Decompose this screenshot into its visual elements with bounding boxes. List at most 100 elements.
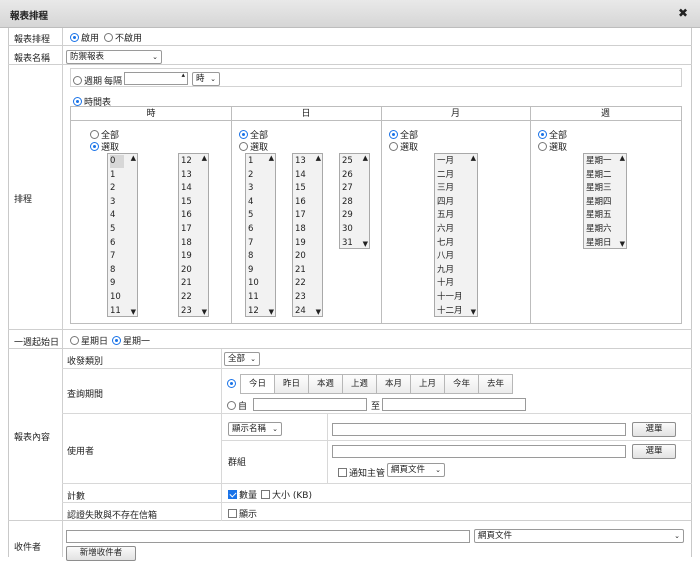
group-choose-button[interactable]: 選單 bbox=[632, 444, 676, 459]
period-custom-radio[interactable]: 自 bbox=[227, 399, 247, 412]
list-item[interactable]: 3 bbox=[248, 182, 253, 195]
list-item[interactable]: 2 bbox=[110, 182, 115, 195]
list-item[interactable]: 12 bbox=[248, 305, 259, 318]
list-item[interactable]: 五月 bbox=[437, 209, 454, 222]
month-select-radio[interactable]: 選取 bbox=[389, 140, 418, 153]
hour-list-a[interactable]: 0 1 2 3 4 5 6 7 8 9 10 11 ▲ ▼ bbox=[107, 153, 138, 317]
list-item[interactable]: 13 bbox=[295, 155, 306, 168]
list-item[interactable]: 四月 bbox=[437, 196, 454, 209]
scroll-up-icon[interactable]: ▲ bbox=[269, 154, 274, 162]
list-item[interactable]: 星期二 bbox=[586, 169, 612, 182]
list-item[interactable]: 星期五 bbox=[586, 209, 612, 222]
scroll-up-icon[interactable]: ▲ bbox=[202, 154, 207, 162]
period-button[interactable]: 今年 bbox=[444, 374, 479, 394]
disable-radio[interactable]: 不啟用 bbox=[104, 31, 142, 44]
count-size-checkbox[interactable]: 大小 (KB) bbox=[261, 488, 312, 501]
to-date-input[interactable] bbox=[382, 398, 526, 411]
list-item[interactable]: 七月 bbox=[437, 237, 454, 250]
scroll-down-icon[interactable]: ▼ bbox=[202, 308, 207, 316]
period-button[interactable]: 上週 bbox=[342, 374, 377, 394]
cycle-radio[interactable]: 週期 bbox=[73, 74, 102, 87]
user-input[interactable] bbox=[332, 423, 626, 436]
list-item[interactable]: 0 bbox=[110, 155, 124, 168]
category-select[interactable]: 全部 ⌄ bbox=[224, 352, 260, 366]
list-item[interactable]: 16 bbox=[181, 209, 192, 222]
weekday-list[interactable]: 星期一 星期二 星期三 星期四 星期五 星期六 星期日 ▲ ▼ bbox=[583, 153, 627, 249]
scroll-down-icon[interactable]: ▼ bbox=[269, 308, 274, 316]
list-item[interactable]: 16 bbox=[295, 196, 306, 209]
hour-list-b[interactable]: 12 13 14 15 16 17 18 19 20 21 22 23 ▲ ▼ bbox=[178, 153, 209, 317]
list-item[interactable]: 5 bbox=[248, 209, 253, 222]
scroll-down-icon[interactable]: ▼ bbox=[316, 308, 321, 316]
period-button[interactable]: 昨日 bbox=[274, 374, 309, 394]
list-item[interactable]: 3 bbox=[110, 196, 115, 209]
list-item[interactable]: 15 bbox=[295, 182, 306, 195]
list-item[interactable]: 2 bbox=[248, 169, 253, 182]
period-button[interactable]: 上月 bbox=[410, 374, 445, 394]
list-item[interactable]: 星期三 bbox=[586, 182, 612, 195]
hour-select-radio[interactable]: 選取 bbox=[90, 140, 119, 153]
day-list-b[interactable]: 13 14 15 16 17 18 19 20 21 22 23 24 ▲ ▼ bbox=[292, 153, 323, 317]
list-item[interactable]: 十月 bbox=[437, 277, 454, 290]
week-start-monday-radio[interactable]: 星期一 bbox=[112, 334, 150, 347]
scrollbar[interactable]: ▲ ▼ bbox=[126, 154, 137, 316]
day-list-c[interactable]: 25 26 27 28 29 30 31 ▲ ▼ bbox=[339, 153, 370, 249]
scrollbar[interactable]: ▲ ▼ bbox=[466, 154, 477, 316]
scroll-up-icon[interactable]: ▲ bbox=[363, 154, 368, 162]
list-item[interactable]: 10 bbox=[248, 277, 259, 290]
count-quantity-checkbox[interactable]: 數量 bbox=[228, 488, 257, 501]
period-button[interactable]: 本月 bbox=[376, 374, 411, 394]
period-button[interactable]: 去年 bbox=[478, 374, 513, 394]
period-button[interactable]: 本週 bbox=[308, 374, 343, 394]
list-item[interactable]: 10 bbox=[110, 291, 121, 304]
scrollbar[interactable]: ▲ ▼ bbox=[615, 154, 626, 248]
scroll-up-icon[interactable]: ▲ bbox=[471, 154, 476, 162]
notify-manager-checkbox[interactable]: 通知主管 bbox=[338, 466, 385, 479]
list-item[interactable]: 三月 bbox=[437, 182, 454, 195]
from-date-input[interactable] bbox=[253, 398, 367, 411]
list-item[interactable]: 6 bbox=[110, 237, 115, 250]
list-item[interactable]: 31 bbox=[342, 237, 353, 250]
day-select-radio[interactable]: 選取 bbox=[239, 140, 268, 153]
scroll-down-icon[interactable]: ▼ bbox=[620, 240, 625, 248]
list-item[interactable]: 六月 bbox=[437, 223, 454, 236]
period-preset-radio[interactable] bbox=[227, 379, 238, 390]
cycle-unit-select[interactable]: 時 ⌄ bbox=[192, 72, 220, 86]
list-item[interactable]: 星期六 bbox=[586, 223, 612, 236]
add-recipient-button[interactable]: 新增收件者 bbox=[66, 546, 136, 561]
list-item[interactable]: 18 bbox=[295, 223, 306, 236]
scroll-up-icon[interactable]: ▲ bbox=[620, 154, 625, 162]
notify-format-select[interactable]: 網頁文件 ⌄ bbox=[387, 463, 445, 477]
list-item[interactable]: 十一月 bbox=[437, 291, 463, 304]
list-item[interactable]: 4 bbox=[110, 209, 115, 222]
scrollbar[interactable]: ▲ ▼ bbox=[358, 154, 369, 248]
list-item[interactable]: 21 bbox=[181, 277, 192, 290]
list-item[interactable]: 22 bbox=[295, 277, 306, 290]
list-item[interactable]: 22 bbox=[181, 291, 192, 304]
list-item[interactable]: 25 bbox=[342, 155, 353, 168]
recipients-input[interactable] bbox=[66, 530, 470, 543]
list-item[interactable]: 4 bbox=[248, 196, 253, 209]
list-item[interactable]: 30 bbox=[342, 223, 353, 236]
list-item[interactable]: 19 bbox=[295, 237, 306, 250]
list-item[interactable]: 一月 bbox=[437, 155, 454, 168]
list-item[interactable]: 二月 bbox=[437, 169, 454, 182]
list-item[interactable]: 20 bbox=[295, 250, 306, 263]
list-item[interactable]: 12 bbox=[181, 155, 192, 168]
scroll-down-icon[interactable]: ▼ bbox=[363, 240, 368, 248]
list-item[interactable]: 20 bbox=[181, 264, 192, 277]
list-item[interactable]: 11 bbox=[110, 305, 121, 318]
day-list-a[interactable]: 1 2 3 4 5 6 7 8 9 10 11 12 ▲ ▼ bbox=[245, 153, 276, 317]
scroll-down-icon[interactable]: ▼ bbox=[131, 308, 136, 316]
week-select-radio[interactable]: 選取 bbox=[538, 140, 567, 153]
scrollbar[interactable]: ▲ ▼ bbox=[197, 154, 208, 316]
month-list[interactable]: 一月 二月 三月 四月 五月 六月 七月 八月 九月 十月 十一月 十二月 ▲ ▼ bbox=[434, 153, 478, 317]
list-item[interactable]: 八月 bbox=[437, 250, 454, 263]
list-item[interactable]: 7 bbox=[110, 250, 115, 263]
list-item[interactable]: 23 bbox=[181, 305, 192, 318]
scroll-down-icon[interactable]: ▼ bbox=[471, 308, 476, 316]
list-item[interactable]: 星期四 bbox=[586, 196, 612, 209]
list-item[interactable]: 星期一 bbox=[586, 155, 612, 168]
list-item[interactable]: 1 bbox=[110, 169, 115, 182]
close-icon[interactable]: ✖ bbox=[678, 6, 688, 20]
